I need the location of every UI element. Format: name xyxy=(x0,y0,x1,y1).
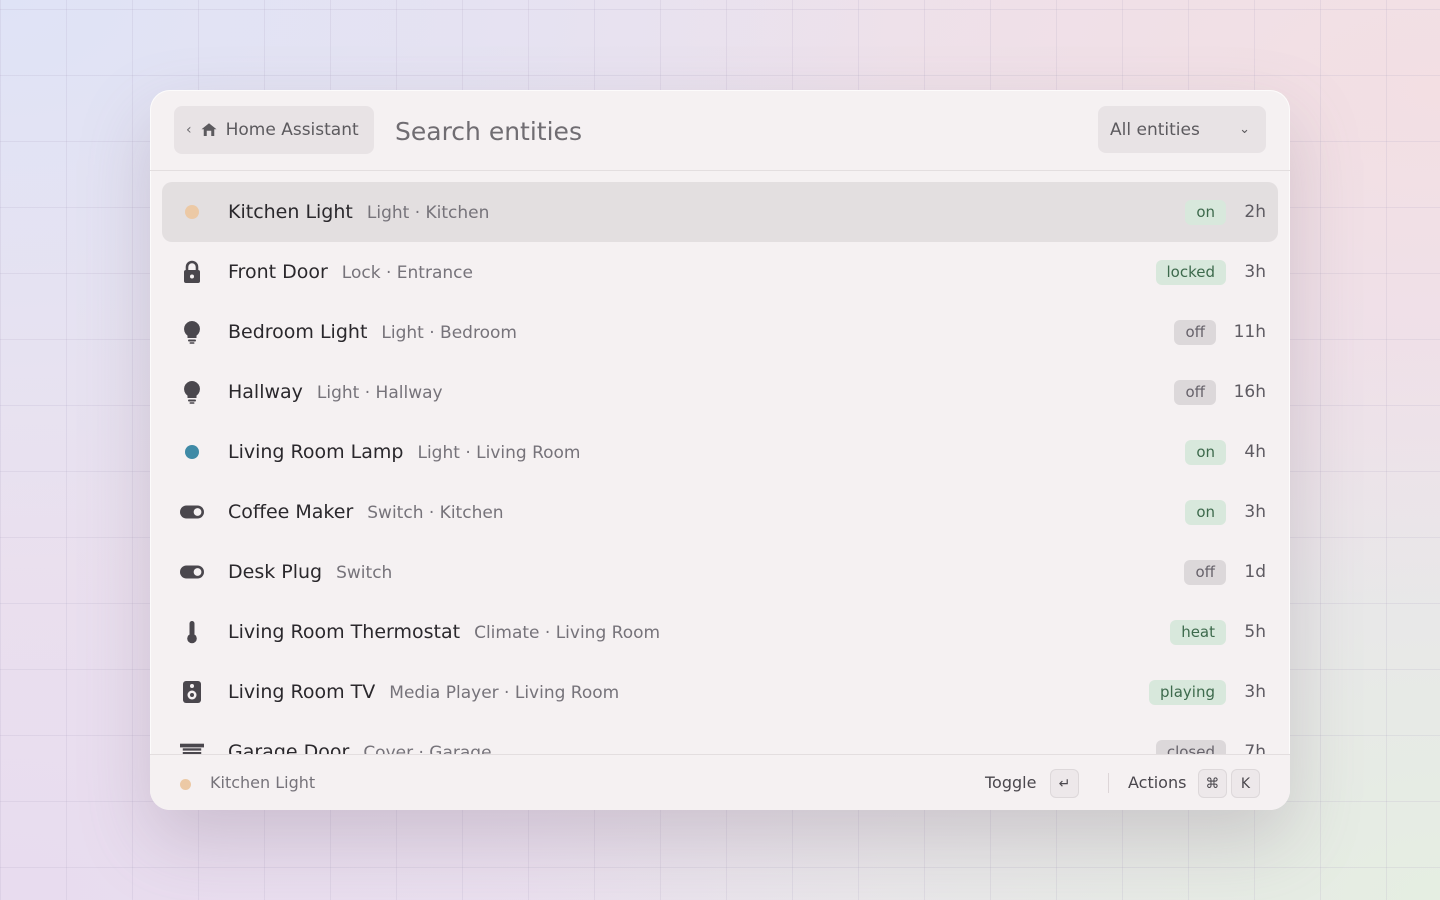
entity-name: Bedroom Light Light · Bedroom xyxy=(228,302,517,363)
filter-dropdown[interactable]: All entities ⌄ xyxy=(1098,106,1266,153)
filter-label: All entities xyxy=(1110,119,1200,140)
selected-entity-label: Kitchen Light xyxy=(210,773,316,792)
state-badge: on xyxy=(1185,440,1226,465)
toggle-icon xyxy=(180,560,204,584)
bulb-icon xyxy=(180,380,204,404)
entity-name: Kitchen Light Light · Kitchen xyxy=(228,182,489,243)
actions-label[interactable]: Actions xyxy=(1128,755,1186,810)
speaker-icon xyxy=(180,680,204,704)
state-dot xyxy=(185,445,199,459)
entity-subtitle: Lock · Entrance xyxy=(341,263,473,283)
state-badge: off xyxy=(1174,320,1216,345)
entity-row[interactable]: Living Room Lamp Light · Living Room 4h on xyxy=(162,422,1278,482)
entity-subtitle: Light · Kitchen xyxy=(366,203,490,223)
entity-name-text: Front Door xyxy=(228,261,328,283)
entity-subtitle: Switch · Kitchen xyxy=(367,503,504,523)
entity-name: Desk Plug Switch xyxy=(228,542,392,603)
entity-name-text: Desk Plug xyxy=(228,561,323,583)
entity-last-changed: 16h xyxy=(1233,382,1266,402)
entity-name-text: Living Room Thermostat xyxy=(228,621,461,643)
entity-row[interactable]: Desk Plug Switch 1d off xyxy=(162,542,1278,602)
entity-row[interactable]: Living Room Thermostat Climate · Living R… xyxy=(162,602,1278,662)
chevron-left-icon: ‹ xyxy=(186,122,192,138)
entity-name-text: Kitchen Light xyxy=(228,201,353,223)
state-badge: playing xyxy=(1149,680,1226,705)
entity-last-changed: 7h xyxy=(1244,742,1266,754)
entity-last-changed: 11h xyxy=(1233,322,1266,342)
entity-row[interactable]: Garage Door Cover · Garage 7h closed xyxy=(162,722,1278,754)
entity-subtitle: Light · Bedroom xyxy=(381,323,517,343)
entity-name: Living Room TV Media Player · Living Room xyxy=(228,662,619,723)
state-badge: on xyxy=(1185,500,1226,525)
selected-entity-dot xyxy=(180,779,191,790)
entity-name: Living Room Thermostat Climate · Living R… xyxy=(228,602,660,663)
entity-row[interactable]: Front Door Lock · Entrance 3h locked xyxy=(162,242,1278,302)
back-button[interactable]: ‹ Home Assistant xyxy=(174,106,374,154)
command-palette: ‹ Home Assistant All entities ⌄ Kitchen … xyxy=(150,90,1290,810)
thermometer-icon xyxy=(180,620,204,644)
entity-name: Living Room Lamp Light · Living Room xyxy=(228,422,580,483)
entity-subtitle: Light · Living Room xyxy=(417,443,581,463)
entity-name-text: Living Room Lamp xyxy=(228,441,404,463)
state-badge: closed xyxy=(1155,740,1226,754)
entity-last-changed: 3h xyxy=(1244,682,1266,702)
state-dot xyxy=(185,205,199,219)
entity-last-changed: 5h xyxy=(1244,622,1266,642)
entity-name-text: Garage Door xyxy=(228,741,350,754)
entity-name-text: Bedroom Light xyxy=(228,321,368,343)
home-icon xyxy=(200,121,218,139)
entity-row[interactable]: Bedroom Light Light · Bedroom 11h off xyxy=(162,302,1278,362)
command-key-hint: ⌘ xyxy=(1198,769,1227,798)
bulb-icon xyxy=(180,320,204,344)
footer-divider xyxy=(1108,773,1109,793)
search-input[interactable] xyxy=(393,108,1077,154)
entity-subtitle: Cover · Garage xyxy=(363,743,492,754)
back-button-label: Home Assistant xyxy=(225,120,359,140)
entity-row[interactable]: Kitchen Light Light · Kitchen 2h on xyxy=(162,182,1278,242)
entity-last-changed: 2h xyxy=(1244,202,1266,222)
entity-row[interactable]: Hallway Light · Hallway 16h off xyxy=(162,362,1278,422)
toggle-action-label[interactable]: Toggle xyxy=(985,755,1036,810)
entity-subtitle: Switch xyxy=(336,563,393,583)
entity-name: Front Door Lock · Entrance xyxy=(228,242,473,303)
entity-subtitle: Light · Hallway xyxy=(316,383,443,403)
toggle-icon xyxy=(180,500,204,524)
state-badge: on xyxy=(1185,200,1226,225)
entity-row[interactable]: Coffee Maker Switch · Kitchen 3h on xyxy=(162,482,1278,542)
status-dot-icon xyxy=(180,440,204,464)
entity-last-changed: 4h xyxy=(1244,442,1266,462)
lock-icon xyxy=(180,260,204,284)
entity-subtitle: Climate · Living Room xyxy=(474,623,661,643)
entity-row[interactable]: Living Room TV Media Player · Living Room… xyxy=(162,662,1278,722)
entity-last-changed: 3h xyxy=(1244,502,1266,522)
chevron-down-icon: ⌄ xyxy=(1239,122,1250,137)
entity-name-text: Coffee Maker xyxy=(228,501,354,523)
state-badge: off xyxy=(1174,380,1216,405)
enter-key-hint: ↵ xyxy=(1050,769,1079,798)
entity-list: Kitchen Light Light · Kitchen 2h on Front Do… xyxy=(162,182,1278,754)
palette-footer: Kitchen Light Toggle ↵ Actions ⌘ K xyxy=(150,754,1290,810)
entity-subtitle: Media Player · Living Room xyxy=(389,683,620,703)
palette-header: ‹ Home Assistant All entities ⌄ xyxy=(150,90,1290,171)
state-badge: locked xyxy=(1155,260,1226,285)
entity-name-text: Hallway xyxy=(228,381,303,403)
entity-last-changed: 1d xyxy=(1244,562,1266,582)
state-badge: heat xyxy=(1170,620,1226,645)
entity-name-text: Living Room TV xyxy=(228,681,376,703)
entity-name: Coffee Maker Switch · Kitchen xyxy=(228,482,504,543)
entity-last-changed: 3h xyxy=(1244,262,1266,282)
state-badge: off xyxy=(1184,560,1226,585)
status-dot-icon xyxy=(180,200,204,224)
k-key-hint: K xyxy=(1231,769,1260,798)
garage-icon xyxy=(180,740,204,754)
entity-name: Garage Door Cover · Garage xyxy=(228,722,492,754)
entity-name: Hallway Light · Hallway xyxy=(228,362,443,423)
